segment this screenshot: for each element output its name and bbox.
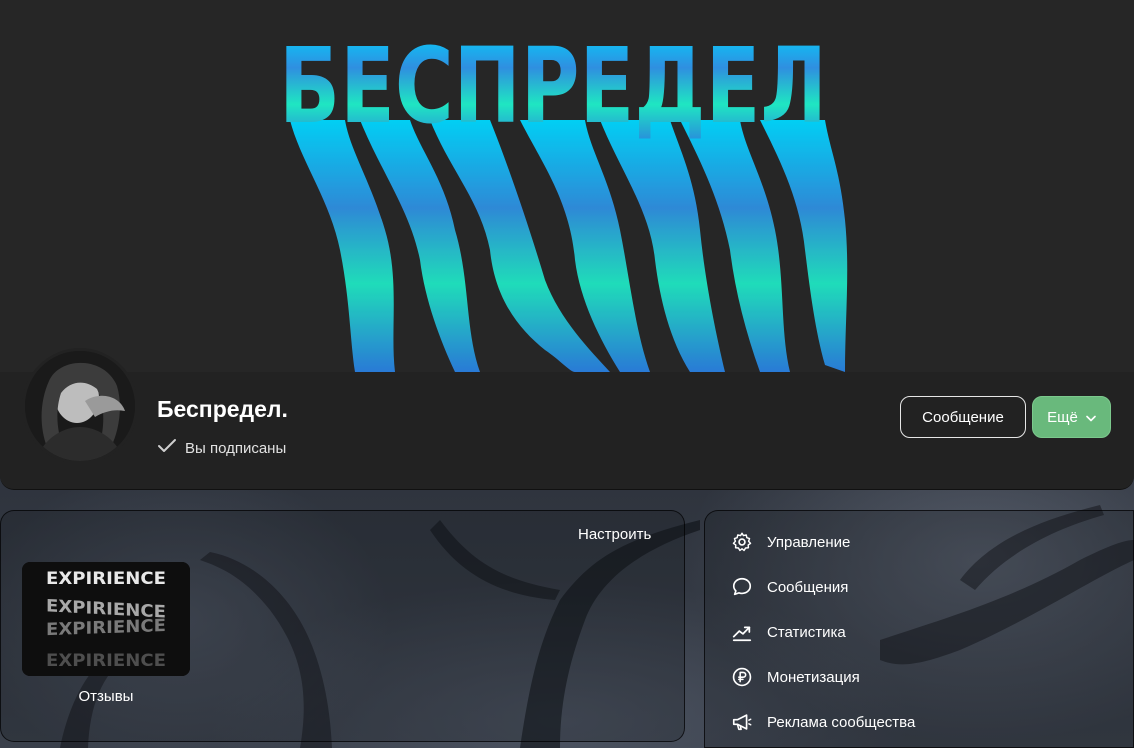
avatar-portrait-image [25, 351, 135, 461]
svg-text:EXPIRIENCE: EXPIRIENCE [46, 616, 166, 640]
menu-item-community-ads[interactable]: Реклама сообщества [730, 710, 915, 734]
message-button-label: Сообщение [922, 408, 1004, 426]
svg-text:EXPIRIENCE: EXPIRIENCE [46, 651, 166, 671]
menu-item-label: Управление [767, 533, 851, 551]
megaphone-icon [730, 711, 753, 734]
checkmark-icon [157, 438, 177, 458]
chat-bubble-icon [730, 576, 753, 599]
trend-chart-icon [730, 621, 753, 644]
avatar[interactable] [22, 348, 138, 464]
subscribed-label: Вы подписаны [185, 439, 287, 457]
subscription-status[interactable]: Вы подписаны [157, 438, 286, 458]
menu-item-label: Монетизация [767, 668, 860, 686]
menu-item-label: Реклама сообщества [767, 713, 916, 731]
cover-title-text: БЕСПРЕДЕЛ [279, 25, 827, 147]
menu-item-label: Статистика [767, 623, 846, 641]
page-title: Беспредел. [157, 396, 288, 422]
menu-item-label: Сообщения [767, 578, 849, 596]
ruble-coin-icon [730, 666, 753, 689]
gear-icon [730, 531, 753, 554]
more-button[interactable]: Ещё [1032, 396, 1111, 438]
reviews-widget-thumbnail[interactable]: EXPIRIENCE EXPIRIENCE EXPIRIENCE EXPIRIE… [22, 562, 190, 676]
menu-item-monetization[interactable]: Монетизация [730, 665, 860, 689]
menu-item-statistics[interactable]: Статистика [730, 620, 846, 644]
menu-item-messages[interactable]: Сообщения [730, 575, 848, 599]
svg-text:EXPIRIENCE: EXPIRIENCE [46, 569, 166, 589]
chevron-down-icon [1086, 409, 1096, 426]
message-button[interactable]: Сообщение [900, 396, 1026, 438]
cover-image: БЕСПРЕДЕЛ [0, 0, 1134, 380]
cover-artwork: БЕСПРЕДЕЛ [279, 25, 848, 372]
expirience-artwork: EXPIRIENCE EXPIRIENCE EXPIRIENCE EXPIRIE… [22, 562, 190, 676]
reviews-label[interactable]: Отзывы [22, 688, 190, 705]
menu-item-management[interactable]: Управление [730, 530, 850, 554]
configure-link[interactable]: Настроить [578, 526, 651, 543]
more-button-label: Ещё [1047, 408, 1078, 426]
